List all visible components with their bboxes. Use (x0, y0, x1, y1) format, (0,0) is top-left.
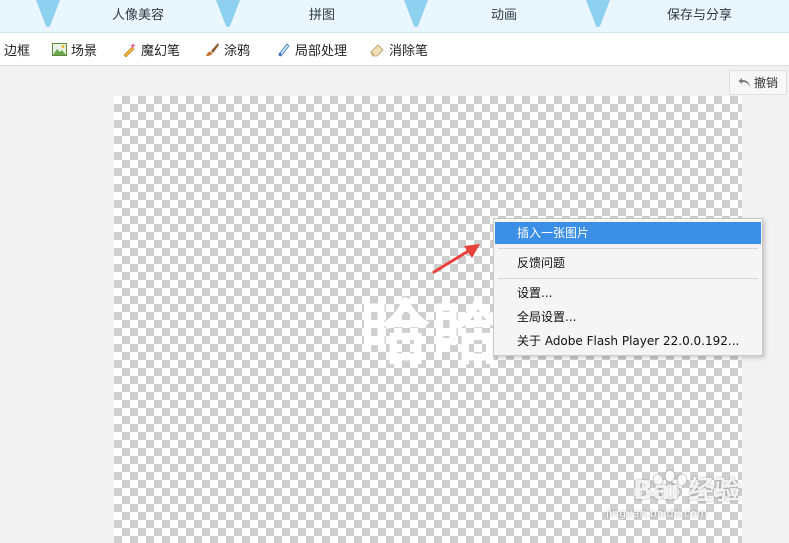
menu-separator (498, 248, 758, 249)
menu-item-settings[interactable]: 设置... (495, 282, 761, 304)
tool-local-edit[interactable]: 局部处理 (276, 33, 347, 65)
menu-item-feedback[interactable]: 反馈问题 (495, 252, 761, 274)
tool-bar: 边框 场景 魔幻笔 涂鸦 局部处理 消除笔 (0, 33, 789, 66)
menu-item-about-flash[interactable]: 关于 Adobe Flash Player 22.0.0.192... (495, 330, 761, 352)
tool-brush[interactable]: 涂鸦 (205, 33, 250, 65)
menu-separator (498, 278, 758, 279)
tool-frame[interactable]: 边框 (4, 33, 30, 65)
tab-portrait[interactable]: 人像美容 (60, 0, 216, 32)
context-menu: 插入一张图片 反馈问题 设置... 全局设置... 关于 Adobe Flash… (493, 218, 763, 356)
magic-pen-icon (122, 42, 137, 57)
watermark-text: Bai 经验 (633, 476, 741, 506)
tool-scene[interactable]: 场景 (52, 33, 97, 65)
top-tab-bar: 人像美容 拼图 动画 保存与分享 (0, 0, 789, 33)
tool-label: 边框 (4, 43, 31, 59)
brush-icon (205, 42, 220, 57)
red-arrow-icon (432, 244, 480, 274)
tab-divider-icon (36, 0, 60, 28)
undo-label: 撤销 (753, 76, 778, 90)
menu-item-global-settings[interactable]: 全局设置... (495, 306, 761, 328)
undo-button[interactable]: 撤销 (729, 70, 787, 95)
tab-divider-icon (586, 0, 610, 28)
tool-magic-pen[interactable]: 魔幻笔 (122, 33, 180, 65)
tool-label: 魔幻笔 (141, 43, 181, 59)
tool-label: 局部处理 (295, 43, 348, 59)
scene-icon (52, 42, 67, 57)
menu-item-insert-image[interactable]: 插入一张图片 (495, 222, 761, 244)
tab-divider-icon (216, 0, 240, 28)
tool-label: 涂鸦 (224, 43, 251, 59)
tool-label: 场景 (71, 43, 98, 59)
tab-divider-icon (404, 0, 428, 28)
eraser-icon (370, 42, 385, 57)
canvas-text: 哈哈 (360, 292, 504, 374)
tab-collage[interactable]: 拼图 (240, 0, 404, 32)
tool-eraser[interactable]: 消除笔 (370, 33, 428, 65)
tab-animation[interactable]: 动画 (428, 0, 580, 32)
local-edit-icon (276, 42, 291, 57)
watermark-url: jingyan.baidu.com (606, 507, 708, 520)
undo-icon (738, 77, 751, 88)
tool-label: 消除笔 (389, 43, 429, 59)
tab-save-share[interactable]: 保存与分享 (610, 0, 789, 32)
